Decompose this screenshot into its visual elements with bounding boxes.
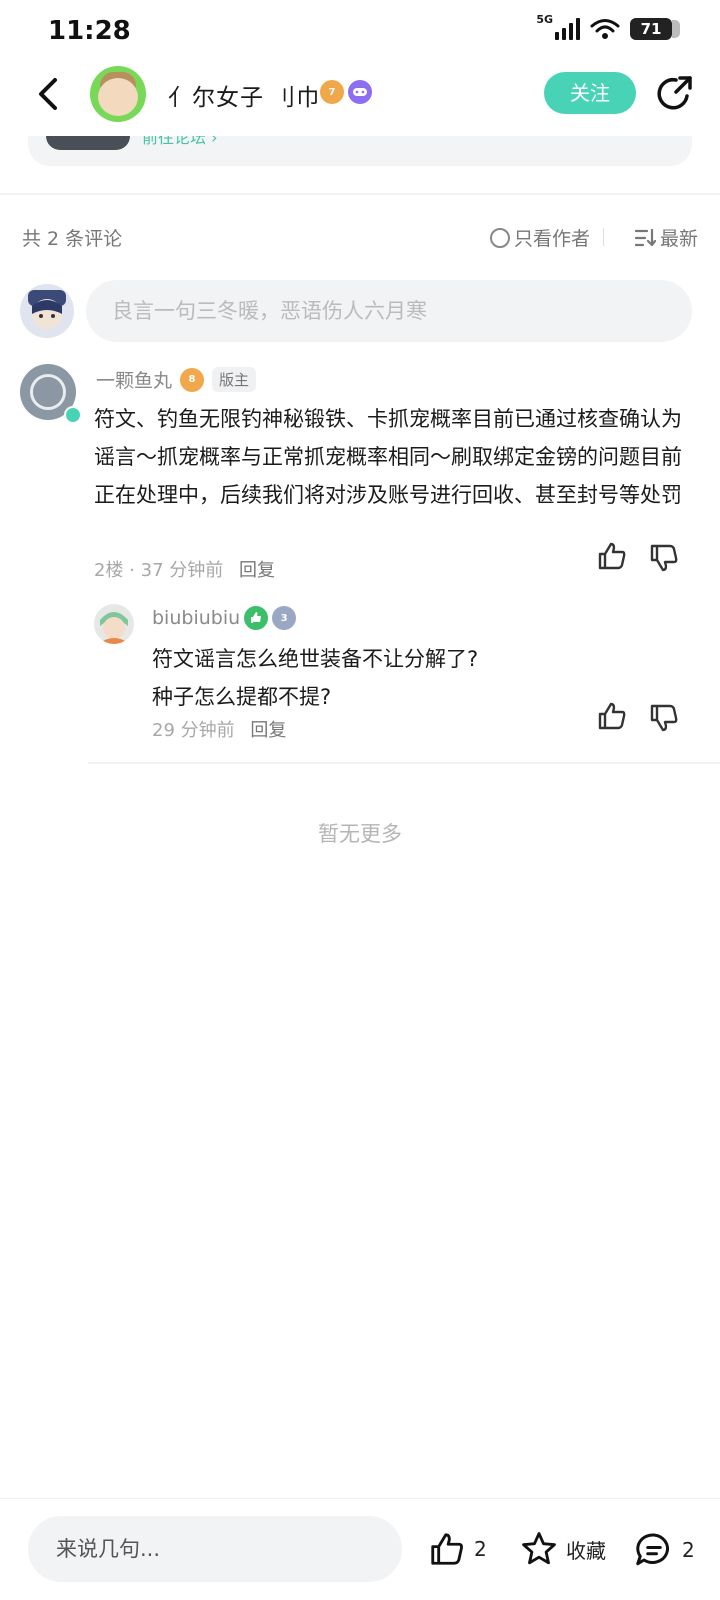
thumbs-up-icon[interactable] — [596, 700, 628, 732]
thumbs-up-badge-icon — [244, 606, 269, 630]
no-more-label: 暂无更多 — [318, 822, 402, 846]
reply-meta: 29 分钟前 回复 — [152, 716, 286, 742]
verified-icon — [64, 406, 82, 424]
radio-circle-icon — [489, 227, 510, 248]
sort-label: 最新 — [659, 228, 698, 250]
like-count: 2 — [474, 1537, 487, 1561]
level-badge-icon: 7 — [320, 80, 344, 104]
reply-button[interactable]: 回复 — [239, 560, 275, 581]
reply-button[interactable]: 回复 — [250, 720, 286, 741]
like-button[interactable]: 2 — [428, 1530, 487, 1568]
author-badges: 7 — [320, 80, 372, 104]
commenter-name-row: 一颗鱼丸 8 版主 — [96, 366, 257, 393]
wifi-icon — [590, 19, 620, 39]
star-icon — [522, 1532, 556, 1565]
author-avatar[interactable] — [90, 66, 146, 122]
section-divider — [0, 193, 720, 195]
network-label: 5G — [536, 12, 553, 26]
top-header: 亻尔女子 刂巾 7 关注 — [0, 60, 720, 136]
chevron-left-icon — [39, 78, 57, 110]
author-only-toggle[interactable]: 只看作者 — [489, 224, 590, 251]
level-badge-icon: 3 — [272, 606, 297, 630]
comments-button[interactable]: 2 — [634, 1530, 695, 1570]
status-time: 11:28 — [48, 16, 131, 46]
sort-button[interactable]: 最新 — [634, 224, 698, 251]
sort-icon — [634, 228, 656, 246]
share-icon — [657, 76, 692, 110]
reply-body[interactable]: 符文谣言怎么绝世装备不让分解了? 种子怎么提都不提? — [152, 640, 652, 716]
comment-count-bottom: 2 — [682, 1538, 695, 1562]
bottom-divider — [0, 1498, 720, 1499]
author-name[interactable]: 亻尔女子 刂巾 — [168, 78, 320, 112]
replier-name-row: biubiubiu 3 — [152, 606, 297, 630]
share-button[interactable] — [654, 74, 694, 114]
toolbar-separator — [603, 228, 604, 246]
comment-meta: 2楼 · 37 分钟前 回复 — [94, 556, 275, 582]
thumbs-up-icon[interactable] — [596, 540, 628, 572]
replier-avatar[interactable] — [94, 604, 134, 644]
status-icons: 5G 71 — [536, 13, 680, 40]
reply-divider — [88, 762, 720, 764]
compose-row: 良言一句三冬暖，恶语伤人六月寒 — [18, 278, 700, 344]
battery-icon: 71 — [630, 18, 680, 40]
my-avatar — [20, 284, 74, 338]
thumbs-down-icon[interactable] — [648, 702, 680, 734]
commenter-name[interactable]: 一颗鱼丸 — [96, 366, 172, 393]
bottom-comment-input[interactable]: 来说几句... — [28, 1516, 402, 1582]
thumbs-up-icon — [431, 1533, 463, 1565]
gamepad-badge-icon — [348, 80, 372, 104]
level-badge-icon: 8 — [180, 367, 205, 392]
reply-body-line: 符文谣言怎么绝世装备不让分解了? — [152, 647, 479, 671]
signal-icon — [555, 18, 580, 40]
thumbs-down-icon[interactable] — [648, 542, 680, 574]
replier-name[interactable]: biubiubiu — [152, 607, 240, 629]
favorite-label: 收藏 — [566, 1538, 606, 1563]
comment-body[interactable]: 符文、钓鱼无限钓神秘锻铁、卡抓宠概率目前已通过核查确认为谣言～抓宠概率与正常抓宠… — [94, 400, 700, 514]
reply-body-line: 种子怎么提都不提? — [152, 685, 332, 709]
comment-count: 共 2 条评论 — [22, 228, 123, 250]
comment-bubble-icon — [636, 1533, 670, 1566]
author-only-label: 只看作者 — [513, 228, 590, 250]
moderator-tag: 版主 — [212, 367, 257, 392]
favorite-button[interactable]: 收藏 — [520, 1530, 606, 1568]
status-bar: 11:28 5G 71 — [0, 0, 720, 60]
follow-button[interactable]: 关注 — [544, 72, 636, 114]
comments-toolbar: 共 2 条评论 只看作者 最新 — [22, 222, 698, 252]
comment-input[interactable]: 良言一句三冬暖，恶语伤人六月寒 — [86, 280, 692, 342]
back-button[interactable] — [30, 74, 66, 114]
reply-time: 29 分钟前 — [152, 720, 235, 741]
comment-floor-time: 2楼 · 37 分钟前 — [94, 560, 224, 581]
bottom-bar: 来说几句... 2 收藏 2 — [0, 1500, 720, 1600]
